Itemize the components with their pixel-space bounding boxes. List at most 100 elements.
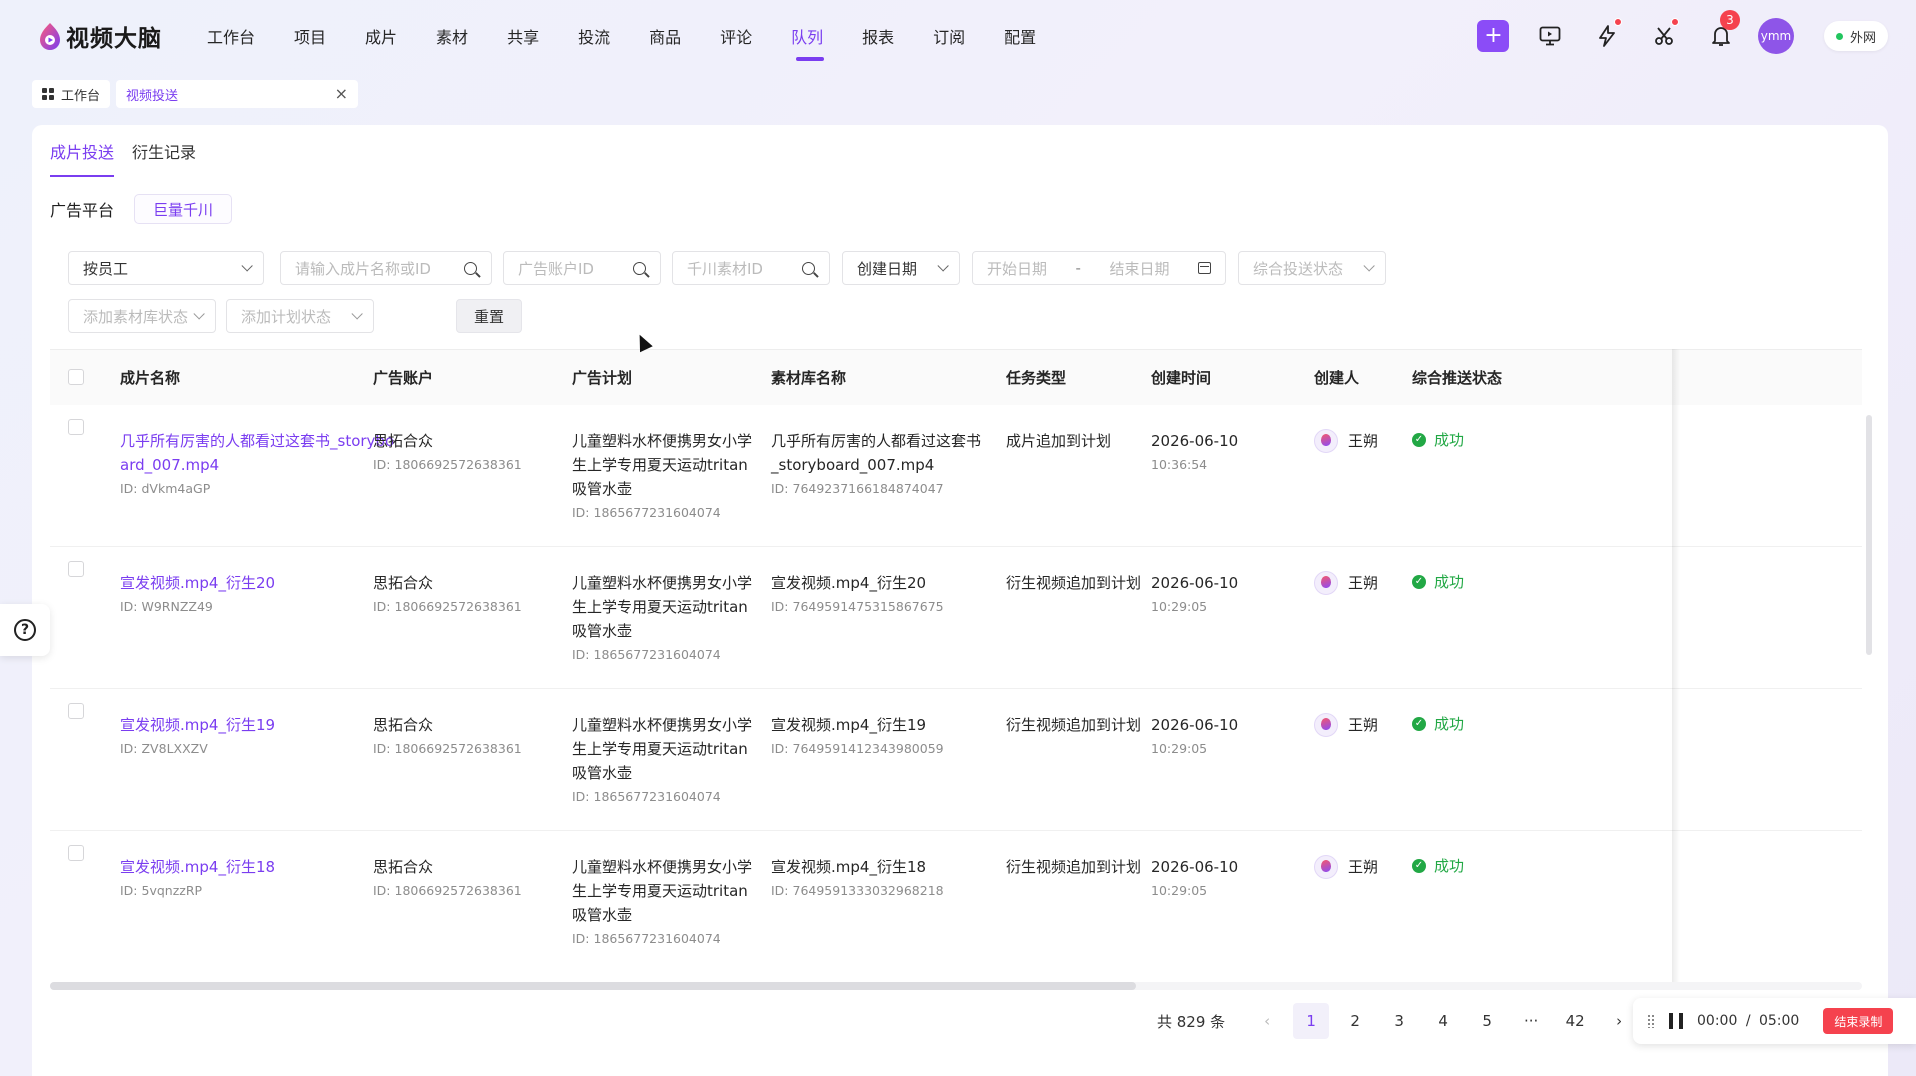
horizontal-scrollbar-thumb[interactable] [50,982,1136,990]
notifications-button[interactable]: 3 [1693,10,1750,54]
library-name: 宣发视频.mp4_衍生18 [771,858,927,876]
help-button[interactable]: ? [0,604,50,656]
add-plan-status-select[interactable]: 添加计划状态 [226,299,374,333]
pagination-total: 共 829 条 [1157,1012,1226,1031]
end-recording-button[interactable]: 结束录制 [1823,1008,1894,1034]
horizontal-scrollbar[interactable] [50,982,1862,990]
app-logo[interactable]: 视频大脑 [38,18,162,54]
row-checkbox[interactable] [68,845,84,861]
nav-item-settings[interactable]: 配置 [987,0,1058,72]
table-row[interactable]: 几乎所有厉害的人都看过这套书_storyboard_007.mp4 ID: dV… [50,405,1862,547]
ad-account-id: ID: 1806692572638361 [373,457,522,472]
push-status: 成功 [1434,857,1465,875]
vertical-scrollbar[interactable] [1866,415,1872,655]
add-library-status-select[interactable]: 添加素材库状态 [68,299,216,333]
ad-plan-id: ID: 1865677231604074 [572,647,721,662]
prev-page-icon[interactable]: ‹ [1249,1003,1285,1039]
check-circle-icon: ✓ [1412,574,1426,589]
created-time: 10:29:05 [1151,599,1208,614]
row-checkbox[interactable] [68,561,84,577]
search-icon [464,261,477,275]
page-2[interactable]: 2 [1337,1003,1373,1039]
recorder-elapsed: 00:00 [1697,1013,1738,1029]
nav-item-reports[interactable]: 报表 [845,0,916,72]
library-name: 几乎所有厉害的人都看过这套书_storyboard_007.mp4 [771,432,982,474]
nav-item-share[interactable]: 共享 [490,0,561,72]
page-tab-workbench[interactable]: 工作台 [32,80,111,108]
drag-handle-icon[interactable] [1647,1014,1655,1028]
table-row[interactable]: 宣发视频.mp4_衍生20 ID: W9RNZZ49 思拓合众 ID: 1806… [50,547,1862,689]
push-status: 成功 [1434,573,1465,591]
page-3[interactable]: 3 [1381,1003,1417,1039]
check-circle-icon: ✓ [1412,432,1426,447]
library-name: 宣发视频.mp4_衍生20 [771,574,927,592]
network-online-dot [1835,32,1843,40]
creator-avatar [1314,571,1338,595]
created-time: 10:29:05 [1151,741,1208,756]
quick-action-button[interactable] [1579,18,1636,54]
new-indicator-dot [1613,18,1622,26]
monitor-icon [1540,26,1561,46]
ad-platform-label: 广告平台 [50,201,115,220]
nav-item-ad-delivery[interactable]: 投流 [561,0,632,72]
video-search-placeholder: 请输入成片名称或ID [295,259,431,278]
select-all-checkbox[interactable] [68,369,84,385]
new-indicator-dot [1670,18,1679,26]
qc-material-placeholder: 千川素材ID [687,259,763,278]
qc-material-search-input[interactable]: 千川素材ID [672,251,830,285]
video-name-link[interactable]: 宣发视频.mp4_衍生18 [120,855,395,879]
date-type-select[interactable]: 创建日期 [842,251,960,285]
nav-item-materials[interactable]: 素材 [419,0,490,72]
page-last[interactable]: 42 [1557,1003,1593,1039]
tab-derivative-records[interactable]: 衍生记录 [132,125,196,177]
table-row[interactable]: 宣发视频.mp4_衍生18 ID: 5vqnzzRP 思拓合众 ID: 1806… [50,831,1862,973]
start-date-placeholder: 开始日期 [987,259,1048,278]
nav-item-queue[interactable]: 队列 [774,0,845,72]
ad-account-placeholder: 广告账户ID [518,259,594,278]
video-name-link[interactable]: 宣发视频.mp4_衍生19 [120,713,395,737]
pause-icon[interactable] [1669,1013,1683,1029]
employee-select[interactable]: 按员工 [68,251,264,285]
page-5[interactable]: 5 [1469,1003,1505,1039]
page-ellipsis[interactable]: ··· [1513,1003,1549,1039]
page-tab-label: 视频投送 [126,88,179,104]
overall-status-select[interactable]: 综合投送状态 [1238,251,1386,285]
next-page-icon[interactable]: › [1601,1003,1637,1039]
nav-item-comments[interactable]: 评论 [703,0,774,72]
recorder-time: 00:00 / 05:00 [1697,1013,1799,1029]
reset-button[interactable]: 重置 [456,299,522,333]
library-id: ID: 7649591412343980059 [771,741,944,756]
nav-item-products[interactable]: 商品 [632,0,703,72]
clip-tool-button[interactable] [1636,18,1693,54]
video-search-input[interactable]: 请输入成片名称或ID [280,251,492,285]
page-4[interactable]: 4 [1425,1003,1461,1039]
create-button[interactable]: + [1465,18,1522,54]
page-tab-video-delivery[interactable]: 视频投送 × [116,80,359,108]
nav-item-projects[interactable]: 项目 [277,0,348,72]
nav-item-videos[interactable]: 成片 [348,0,419,72]
network-status[interactable]: 外网 [1823,21,1888,51]
video-id: ID: dVkm4aGP [120,481,211,496]
ad-platform-option[interactable]: 巨量千川 [134,194,233,224]
table-row[interactable]: 宣发视频.mp4_衍生19 ID: ZV8LXXZV 思拓合众 ID: 1806… [50,689,1862,831]
close-icon[interactable]: × [335,86,348,102]
search-icon [633,261,646,275]
calendar-icon [1198,262,1211,274]
created-date: 2026-06-10 [1151,574,1239,592]
user-avatar[interactable]: ymm [1757,18,1794,54]
date-range-picker[interactable]: 开始日期 - 结束日期 [972,251,1226,285]
ad-account-search-input[interactable]: 广告账户ID [503,251,661,285]
page-tab-strip: 工作台 视频投送 × [32,80,359,108]
video-name-link[interactable]: 几乎所有厉害的人都看过这套书_storyboard_007.mp4 [120,429,395,477]
col-header-ad-account: 广告账户 [373,369,434,387]
created-time: 10:29:05 [1151,883,1208,898]
page-1[interactable]: 1 [1293,1003,1330,1039]
creator-name: 王朔 [1348,716,1379,734]
tab-video-delivery[interactable]: 成片投送 [50,125,115,177]
video-name-link[interactable]: 宣发视频.mp4_衍生20 [120,571,395,595]
row-checkbox[interactable] [68,419,84,435]
nav-item-workbench[interactable]: 工作台 [190,0,277,72]
screen-record-button[interactable] [1522,18,1579,54]
row-checkbox[interactable] [68,703,84,719]
nav-item-subscriptions[interactable]: 订阅 [916,0,987,72]
